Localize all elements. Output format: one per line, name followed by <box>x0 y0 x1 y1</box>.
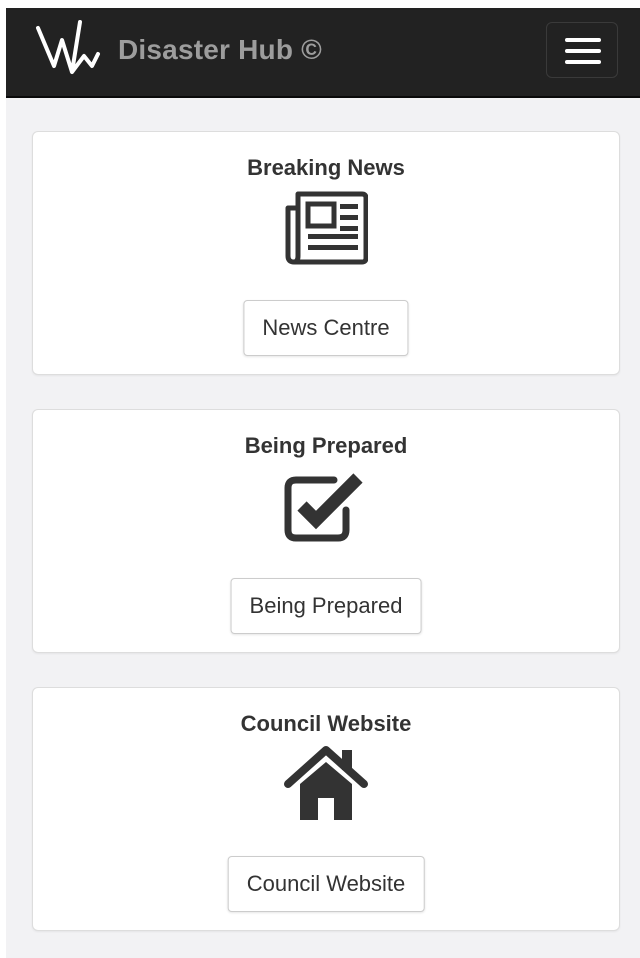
wave-logo-icon[interactable] <box>32 16 104 84</box>
card-title: Being Prepared <box>244 433 408 458</box>
hamburger-bar <box>565 49 601 53</box>
newspaper-icon <box>285 191 368 265</box>
brand-title[interactable]: Disaster Hub © <box>118 32 322 68</box>
card-title: Breaking News <box>247 155 405 180</box>
council-website-card: Council Website Council Website <box>32 687 620 931</box>
news-centre-button[interactable]: News Centre <box>243 300 409 356</box>
hamburger-menu-icon <box>565 38 601 42</box>
card-title: Council Website <box>240 711 412 736</box>
council-website-button[interactable]: Council Website <box>227 856 425 912</box>
breaking-news-card: Breaking News News Centre <box>32 131 620 375</box>
hamburger-menu-button[interactable] <box>546 22 618 78</box>
being-prepared-card: Being Prepared Being Prepared <box>32 409 620 653</box>
home-icon <box>284 746 368 820</box>
hamburger-bar <box>565 60 601 64</box>
page: Disaster Hub © Breaking News News Centre… <box>6 8 640 958</box>
checkbox-checked-icon <box>284 473 363 542</box>
top-navbar: Disaster Hub © <box>6 8 640 98</box>
being-prepared-button[interactable]: Being Prepared <box>230 578 422 634</box>
